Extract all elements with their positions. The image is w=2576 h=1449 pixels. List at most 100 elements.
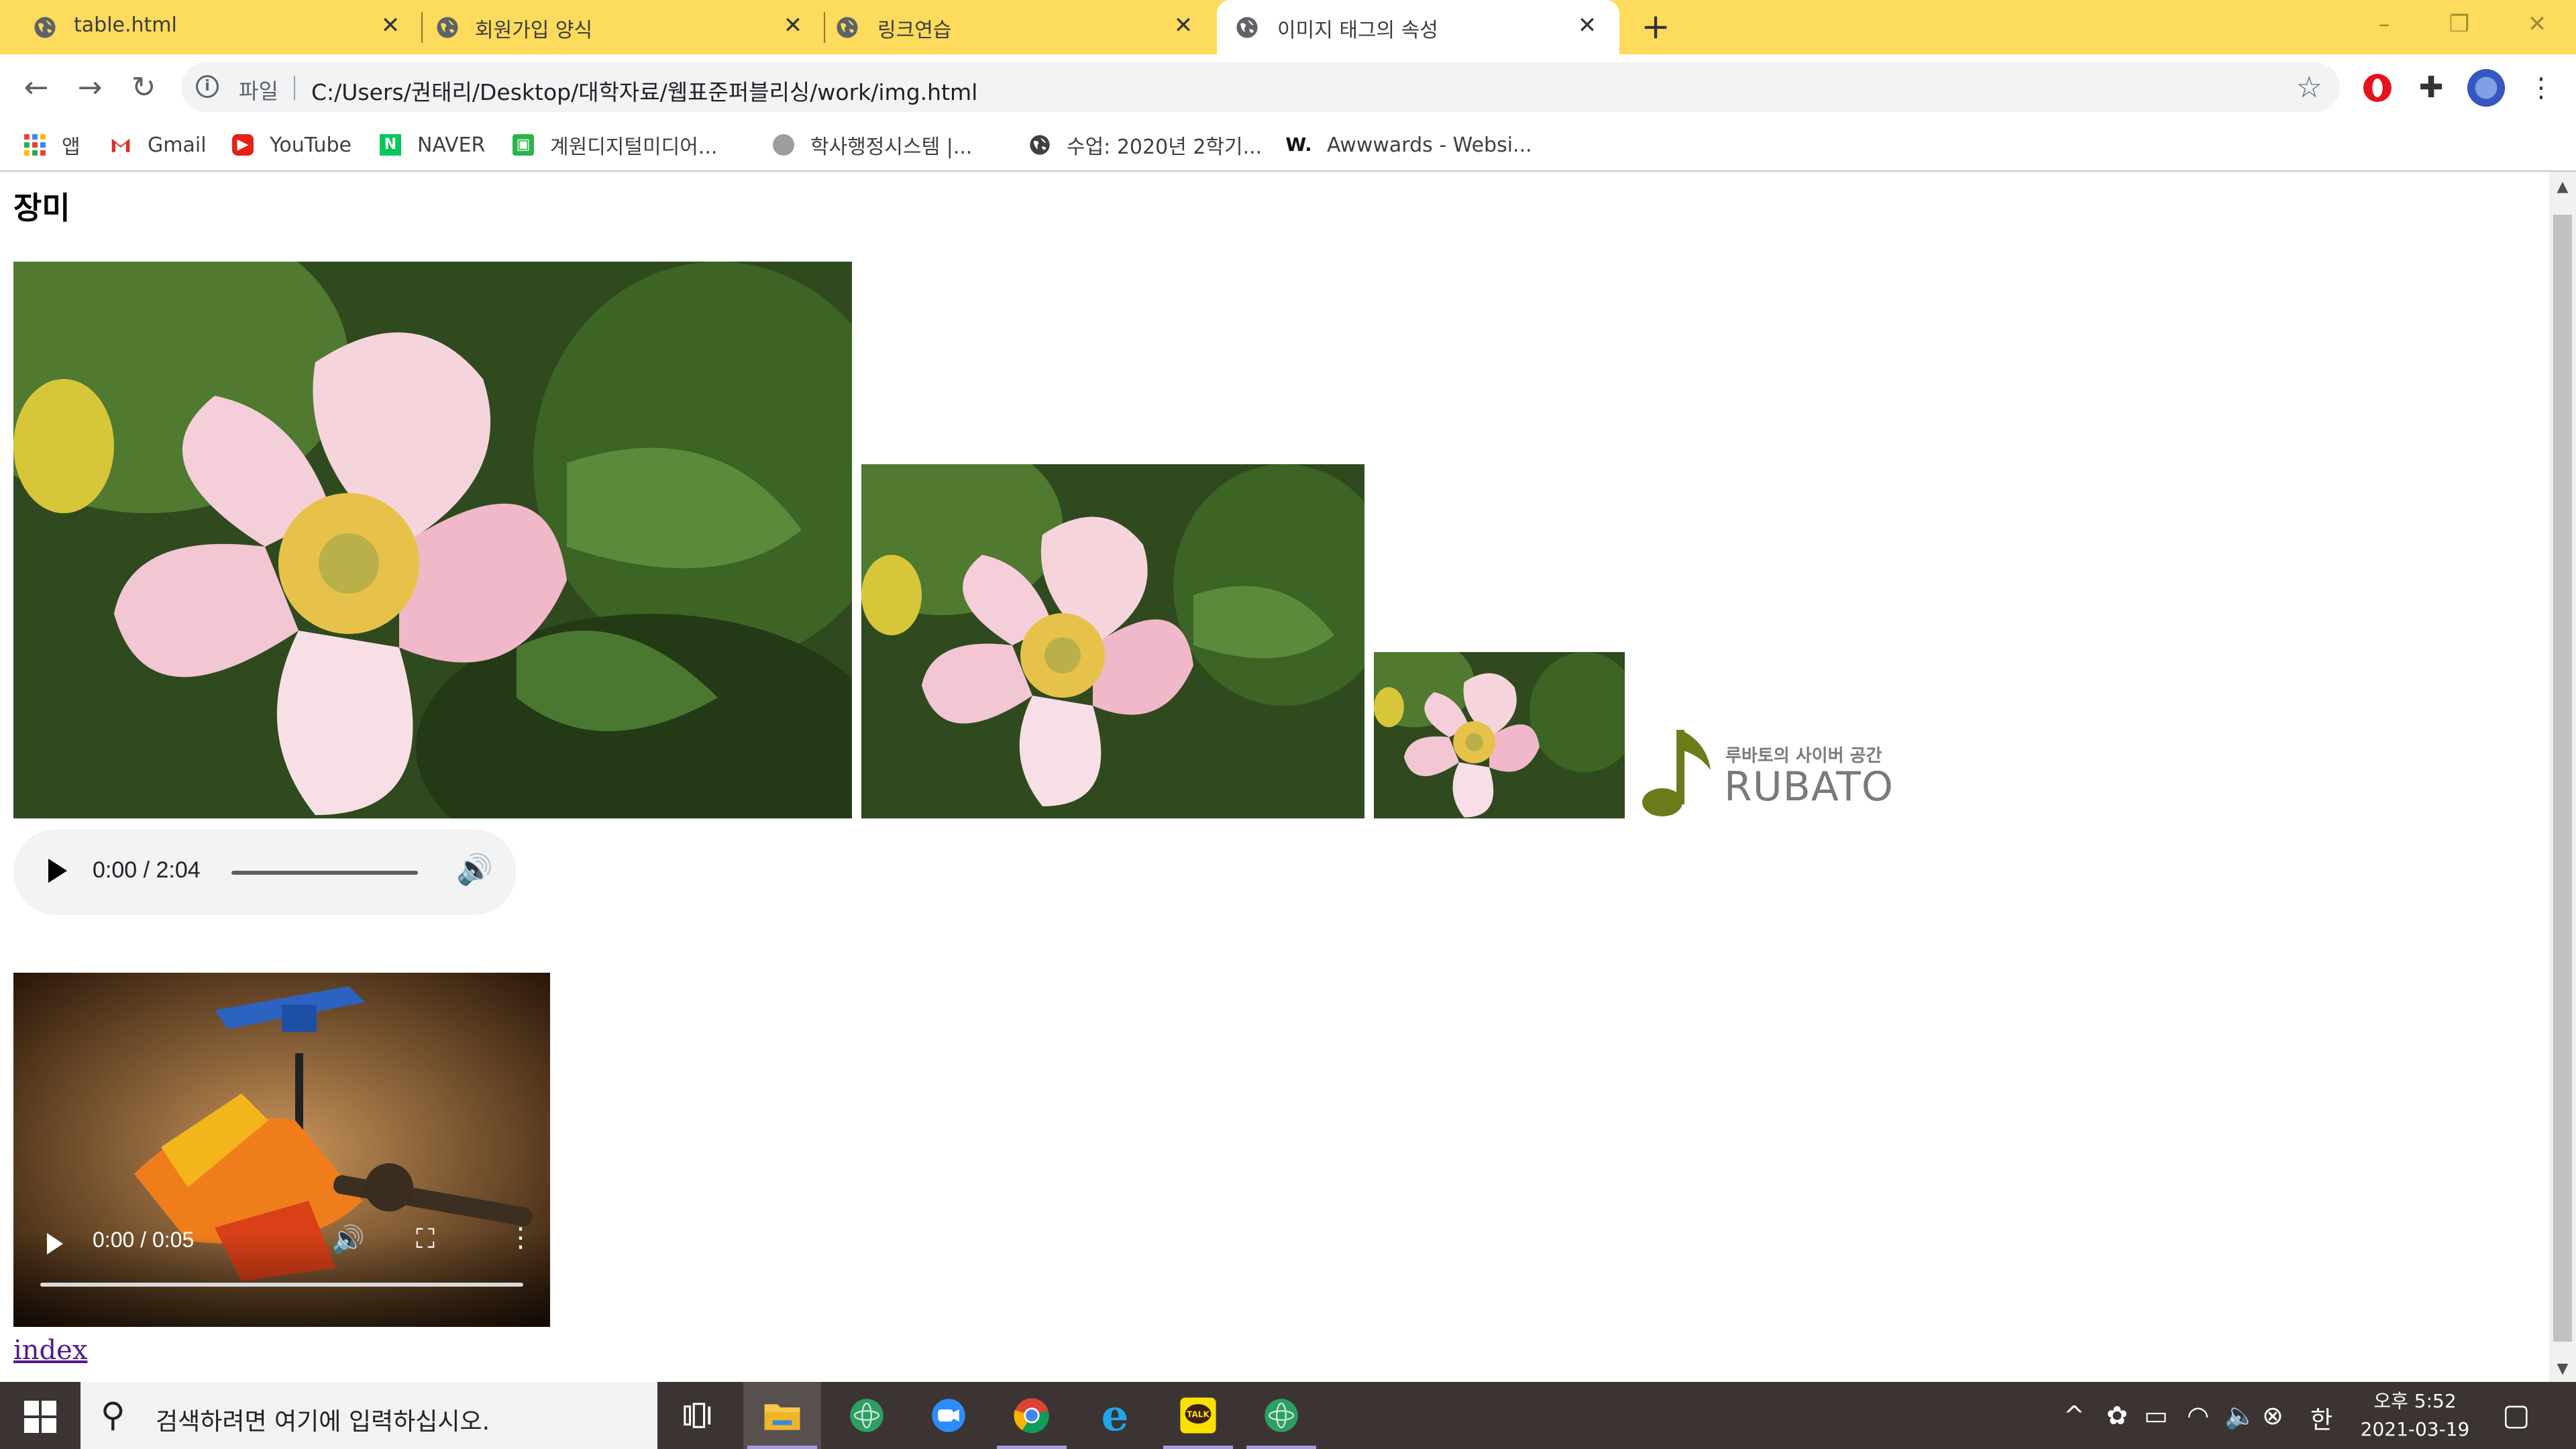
chrome-icon[interactable] — [993, 1382, 1071, 1449]
minimize-icon[interactable]: – — [2357, 4, 2411, 44]
tab-strip: table.html ✕ 회원가입 양식 ✕ 링크연습 ✕ 이미지 태그의 속성… — [0, 0, 2576, 54]
bookmark-youtube[interactable]: ▶ YouTube — [232, 127, 352, 163]
mute-indicator-icon[interactable]: ⊗ — [2262, 1401, 2284, 1430]
rose-image-small — [1374, 652, 1625, 818]
video-volume-icon[interactable]: 🔊 — [331, 1224, 365, 1255]
bookmark-label: 계원디지털미디어... — [550, 136, 718, 159]
taskbar-search[interactable]: ⚲ 검색하려면 여기에 입력하십시오. — [80, 1382, 657, 1449]
bookmark-academic-system[interactable]: 학사행정시스템 |... — [773, 127, 972, 163]
clock-time: 오후 5:52 — [2373, 1390, 2457, 1412]
tab-label: 이미지 태그의 속성 — [1277, 19, 1438, 42]
wifi-icon[interactable]: ◠ — [2187, 1401, 2209, 1430]
chevron-up-icon[interactable]: ^ — [2063, 1401, 2085, 1430]
page-scrollbar[interactable]: ▲ ▼ — [2549, 172, 2576, 1382]
windows-start-icon[interactable] — [24, 1401, 56, 1433]
tab-table[interactable]: table.html ✕ — [0, 0, 423, 54]
scroll-down-icon[interactable]: ▼ — [2549, 1360, 2576, 1377]
battery-icon[interactable]: ▭ — [2144, 1401, 2168, 1430]
video-menu-icon[interactable]: ⋮ — [507, 1222, 534, 1253]
back-icon[interactable]: ← — [19, 70, 54, 105]
tab-signup-form[interactable]: 회원가입 양식 ✕ — [423, 0, 825, 54]
audio-player[interactable]: 0:00 / 2:04 🔊 — [13, 829, 517, 915]
audio-seek-bar[interactable] — [231, 871, 418, 875]
awwwards-icon: W. — [1285, 133, 1312, 156]
youtube-icon: ▶ — [232, 134, 254, 156]
clock-date: 2021-03-19 — [2360, 1418, 2470, 1440]
system-clock[interactable]: 오후 5:52 2021-03-19 — [2348, 1387, 2482, 1444]
rubato-logo: 루바토의 사이버 공간 RUBATO — [1638, 722, 1893, 829]
divider — [294, 76, 295, 100]
zoom-icon[interactable] — [910, 1382, 987, 1449]
search-icon: ⚲ — [101, 1395, 125, 1434]
system-icon — [773, 134, 794, 156]
close-icon[interactable]: ✕ — [377, 12, 404, 39]
video-seek-bar[interactable] — [40, 1283, 523, 1287]
tab-image-attributes[interactable]: 이미지 태그의 속성 ✕ — [1217, 0, 1619, 54]
browser-toolbar: ← → ↻ i 파일 C:/Users/권태리/Desktop/대학자료/웹표준… — [0, 54, 2576, 120]
tray-app-icon[interactable]: ✿ — [2106, 1401, 2128, 1430]
reload-icon[interactable]: ↻ — [126, 70, 161, 105]
volume-icon[interactable]: 🔊 — [456, 852, 493, 887]
opera-icon[interactable] — [2359, 69, 2396, 107]
bookmark-label: Awwwards - Websi... — [1327, 133, 1532, 157]
kakaotalk-icon[interactable]: TALK — [1159, 1382, 1237, 1449]
rose-image-medium — [861, 464, 1364, 818]
address-bar[interactable]: i 파일 C:/Users/권태리/Desktop/대학자료/웹표준퍼블리싱/w… — [181, 62, 2340, 112]
bookmark-label: 앱 — [62, 136, 80, 159]
video-player[interactable]: 0:00 / 0:05 🔊 ⛶ ⋮ — [13, 973, 550, 1327]
play-icon[interactable] — [48, 859, 67, 883]
taskbar: ⚲ 검색하려면 여기에 입력하십시오. e TALK ^ ✿ ▭ ◠ 🔈 ⊗ 한… — [0, 1382, 2576, 1449]
index-link[interactable]: index — [13, 1335, 87, 1366]
globe-icon — [437, 17, 458, 38]
scroll-up-icon[interactable]: ▲ — [2549, 178, 2576, 195]
bookmark-kaywon[interactable]: ▣ 계원디지털미디어... — [513, 127, 717, 163]
bookmark-label: YouTube — [270, 133, 352, 157]
naver-icon: N — [380, 134, 401, 156]
bookmark-gmail[interactable]: Gmail — [110, 127, 207, 163]
bookmark-label: Gmail — [148, 133, 207, 157]
close-window-icon[interactable]: ✕ — [2510, 4, 2564, 44]
scrollbar-thumb[interactable] — [2553, 215, 2572, 1342]
video-play-icon[interactable] — [47, 1233, 63, 1254]
speaker-icon[interactable]: 🔈 — [2224, 1401, 2256, 1431]
notification-icon[interactable]: ▢ — [2502, 1398, 2530, 1432]
bookmark-naver[interactable]: N NAVER — [380, 127, 485, 163]
apps-grid-icon — [24, 134, 46, 156]
restore-icon[interactable]: ❐ — [2432, 4, 2486, 44]
file-explorer-icon[interactable] — [743, 1382, 821, 1449]
new-tab-button[interactable]: + — [1637, 9, 1674, 47]
info-icon[interactable]: i — [196, 75, 219, 98]
bookmarks-bar: 앱 Gmail ▶ YouTube N NAVER ▣ 계원디지털미디어... … — [0, 120, 2576, 172]
bookmark-apps[interactable]: 앱 — [24, 127, 80, 163]
globe-icon — [1236, 17, 1258, 38]
music-note-icon — [1642, 730, 1711, 816]
close-icon[interactable]: ✕ — [1170, 12, 1197, 39]
close-icon[interactable]: ✕ — [1574, 12, 1601, 39]
profile-avatar[interactable] — [2467, 69, 2505, 107]
page-title: 장미 — [13, 190, 70, 226]
ime-indicator[interactable]: 한 — [2310, 1401, 2332, 1436]
tab-label: table.html — [74, 13, 177, 37]
task-view-icon[interactable] — [659, 1382, 737, 1449]
forward-icon[interactable]: → — [72, 70, 107, 105]
page-content: 장미 루바토의 사이버 공간 RUBATO 0:00 / 2:04 🔊 0:00… — [0, 172, 2549, 1382]
url-text[interactable]: C:/Users/권태리/Desktop/대학자료/웹표준퍼블리싱/work/i… — [311, 74, 977, 107]
menu-kebab-icon[interactable]: ⋮ — [2522, 69, 2560, 107]
atom-app-icon[interactable] — [828, 1382, 906, 1449]
atom-app-icon[interactable] — [1242, 1382, 1320, 1449]
close-icon[interactable]: ✕ — [780, 12, 806, 39]
tab-link-practice[interactable]: 링크연습 ✕ — [825, 0, 1216, 54]
rose-image-large — [13, 262, 852, 818]
fullscreen-icon[interactable]: ⛶ — [416, 1224, 435, 1254]
bookmark-label: 수업: 2020년 2학기... — [1067, 136, 1263, 159]
bookmark-awwwards[interactable]: W. Awwwards - Websi... — [1285, 127, 1532, 163]
tab-label: 링크연습 — [877, 19, 952, 42]
search-placeholder: 검색하려면 여기에 입력하십시오. — [156, 1408, 490, 1436]
bookmark-star-icon[interactable]: ☆ — [2296, 70, 2322, 105]
internet-explorer-icon[interactable]: e — [1076, 1382, 1154, 1449]
bookmark-class[interactable]: 수업: 2020년 2학기... — [1029, 127, 1262, 163]
scheme-label: 파일 — [239, 78, 278, 104]
extensions-puzzle-icon[interactable]: ✚ — [2412, 69, 2450, 107]
audio-time: 0:00 / 2:04 — [93, 857, 201, 883]
bookmark-label: 학사행정시스템 |... — [810, 136, 973, 159]
